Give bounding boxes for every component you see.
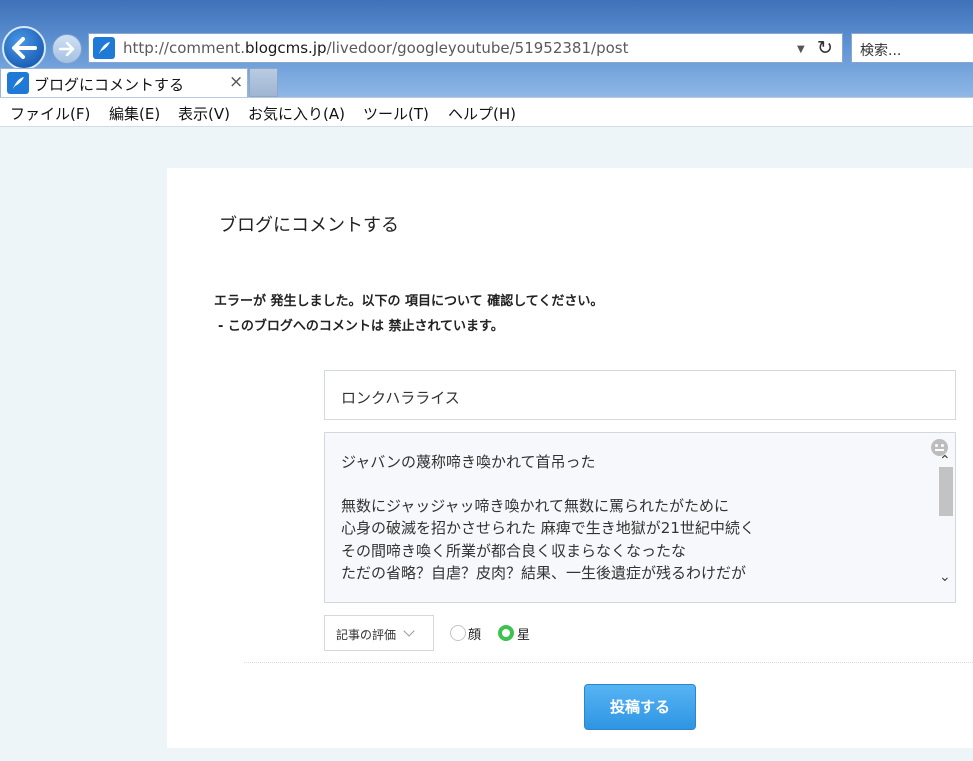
radio-star-label[interactable]: 星: [517, 624, 530, 643]
radio-star[interactable]: [498, 625, 514, 641]
tab-feather-icon: [7, 72, 29, 94]
menu-edit[interactable]: 編集(E): [109, 103, 160, 124]
search-input[interactable]: 検索...: [851, 33, 973, 63]
address-bar[interactable]: http://comment.blogcms.jp/livedoor/googl…: [88, 33, 843, 63]
tab-active[interactable]: ブログにコメントする ×: [0, 68, 248, 98]
back-arrow-icon: [12, 37, 37, 59]
rating-select[interactable]: 記事の評価: [324, 615, 434, 651]
menu-bar: ファイル(F) 編集(E) 表示(V) お気に入り(A) ツール(T) ヘルプ(…: [0, 97, 973, 127]
error-detail: - このブログへのコメントは 禁止されています。: [218, 319, 504, 334]
menu-view[interactable]: 表示(V): [178, 103, 230, 124]
back-button[interactable]: [2, 26, 46, 70]
comment-line: 無数にジャッジャッ啼き喚かれて無数に罵られたがために: [341, 497, 730, 515]
refresh-icon[interactable]: ↻: [817, 37, 833, 59]
comment-line: その間啼き喚く所業が都合良く収まらなくなったな: [341, 542, 687, 560]
site-feather-icon: [93, 37, 115, 59]
comment-textarea[interactable]: ジャバンの蔑称啼き喚かれて首吊った 無数にジャッジャッ啼き喚かれて無数に罵られた…: [324, 432, 956, 603]
page-title: ブログにコメントする: [219, 215, 399, 236]
comment-line: ジャバンの蔑称啼き喚かれて首吊った: [341, 453, 596, 471]
divider: [244, 662, 973, 663]
dropdown-icon[interactable]: ▼: [797, 44, 805, 55]
radio-face-label[interactable]: 顔: [468, 624, 481, 643]
name-value: ロンクハラライス: [341, 389, 460, 407]
scroll-thumb[interactable]: [939, 467, 953, 516]
comment-line: ただの省略？自虐？皮肉？結果、一生後遺症が残るわけだが: [341, 564, 747, 582]
error-message: エラーが 発生しました。以下の 項目について 確認してください。: [214, 294, 604, 309]
new-tab-button[interactable]: [249, 68, 278, 97]
name-field[interactable]: ロンクハラライス: [324, 370, 956, 420]
submit-button[interactable]: 投稿する: [584, 684, 696, 730]
menu-tools[interactable]: ツール(T): [363, 103, 429, 124]
menu-help[interactable]: ヘルプ(H): [448, 103, 516, 124]
forward-button[interactable]: [52, 34, 82, 64]
radio-face[interactable]: [450, 625, 466, 641]
close-icon[interactable]: ×: [229, 72, 243, 92]
url-text[interactable]: http://comment.blogcms.jp/livedoor/googl…: [123, 39, 628, 57]
browser-chrome: http://comment.blogcms.jp/livedoor/googl…: [0, 0, 973, 98]
tab-title: ブログにコメントする: [34, 76, 185, 94]
scroll-down-icon[interactable]: ⌄: [939, 569, 951, 585]
chevron-down-icon: [403, 625, 415, 637]
menu-favorites[interactable]: お気に入り(A): [248, 103, 345, 124]
search-placeholder: 検索...: [860, 43, 902, 59]
forward-arrow-icon: [59, 42, 75, 56]
menu-file[interactable]: ファイル(F): [10, 103, 90, 124]
rating-select-label: 記事の評価: [336, 628, 397, 642]
comment-line: 心身の破滅を招かさせられた 麻痺で生き地獄が21世紀中続く: [341, 519, 755, 537]
scrollbar[interactable]: ⌃ ⌄: [937, 453, 955, 593]
